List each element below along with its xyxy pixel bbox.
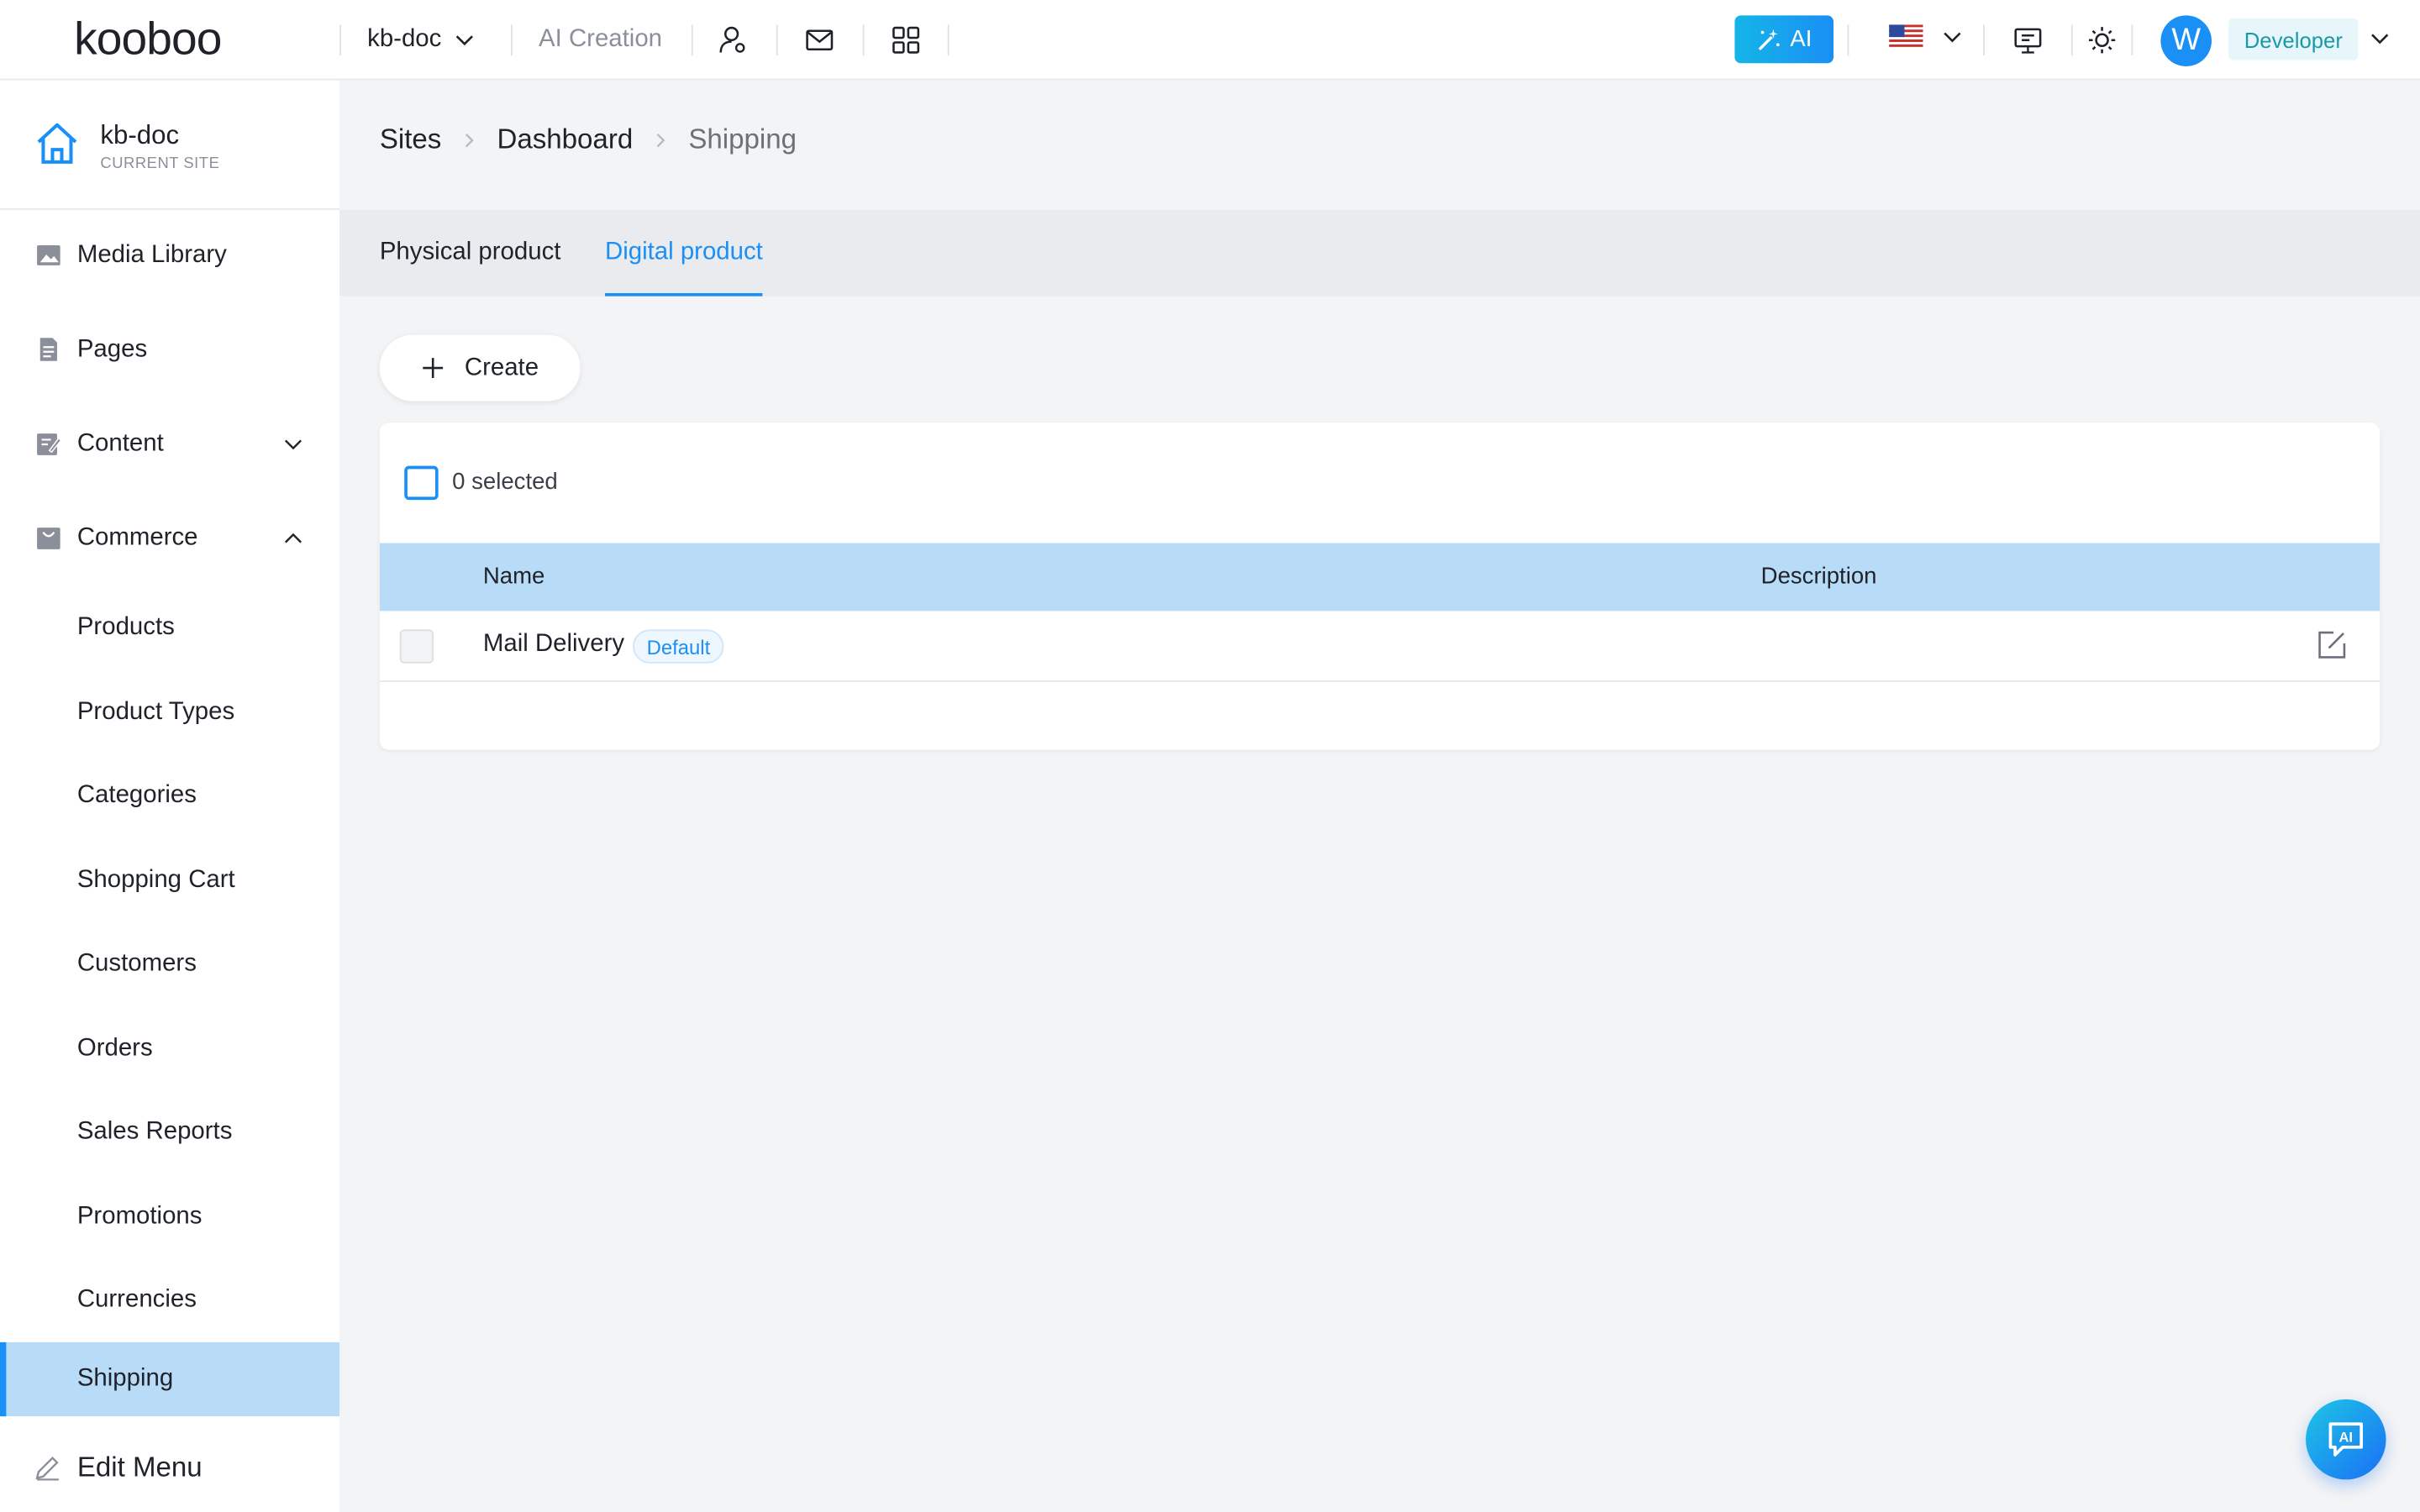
chevron-right-icon <box>656 133 666 147</box>
breadcrumb: Sites Dashboard Shipping <box>380 123 797 156</box>
edit-menu-button[interactable]: Edit Menu <box>0 1422 339 1512</box>
column-header-name: Name <box>482 563 545 590</box>
divider <box>1847 24 1849 56</box>
chevron-down-icon <box>284 439 302 450</box>
row-checkbox[interactable] <box>399 629 434 664</box>
ai-assistant-button[interactable]: AI <box>2306 1399 2386 1480</box>
sidebar-item-label: Shopping Cart <box>76 867 235 894</box>
sidebar-item-label: Content <box>76 430 164 457</box>
default-badge: Default <box>633 629 724 664</box>
sidebar-item-media-library[interactable]: Media Library <box>0 219 339 293</box>
sidebar-item-label: Shipping <box>76 1365 174 1392</box>
shipping-table-card: 0 selected Name Description Mail Deliver… <box>379 423 2381 750</box>
shop-icon <box>37 528 60 549</box>
column-header-description: Description <box>1760 563 1877 590</box>
sidebar-item-label: Commerce <box>76 524 198 551</box>
divider <box>862 24 865 56</box>
sidebar-item-label: Products <box>76 614 175 641</box>
ai-chat-icon: AI <box>2328 1422 2363 1457</box>
create-button-label: Create <box>464 354 539 381</box>
content-icon <box>37 433 62 455</box>
sidebar-item-label: Currencies <box>76 1286 197 1314</box>
sidebar-item-shipping[interactable]: Shipping <box>0 1341 340 1417</box>
product-tabs: Physical product Digital product <box>339 209 2420 297</box>
pencil-icon <box>35 1456 59 1481</box>
ai-button-label: AI <box>1790 26 1812 53</box>
kooboo-logo[interactable]: kooboo <box>74 16 222 62</box>
select-all-checkbox[interactable] <box>404 465 439 501</box>
edit-menu-label: Edit Menu <box>76 1451 203 1483</box>
top-bar: kooboo kb-doc AI Creation AI W Developer <box>0 0 2420 81</box>
sidebar-item-label: Product Types <box>76 699 235 726</box>
mail-icon[interactable] <box>804 24 835 55</box>
sidebar-item-label: Sales Reports <box>76 1118 233 1145</box>
chevron-down-icon <box>1944 31 1961 42</box>
sidebar-item-pages[interactable]: Pages <box>0 313 339 387</box>
presentation-icon[interactable] <box>2012 24 2044 55</box>
sidebar-item-customers[interactable]: Customers <box>0 927 339 1001</box>
sidebar: kb-doc CURRENT SITE Media Library Pages … <box>0 80 340 1512</box>
current-site-label: CURRENT SITE <box>100 155 220 173</box>
sun-theme-icon[interactable] <box>2086 24 2118 55</box>
divider <box>2070 24 2073 56</box>
ai-button[interactable]: AI <box>1734 15 1833 64</box>
sidebar-item-label: Orders <box>76 1035 153 1062</box>
sidebar-item-currencies[interactable]: Currencies <box>0 1263 339 1337</box>
create-button[interactable]: Create <box>379 334 581 402</box>
table-header: Name Description <box>379 543 2381 612</box>
sidebar-item-product-types[interactable]: Product Types <box>0 675 339 749</box>
sidebar-item-products[interactable]: Products <box>0 591 339 664</box>
user-avatar[interactable]: W <box>2160 15 2212 66</box>
document-icon <box>39 338 57 361</box>
sidebar-item-shopping-cart[interactable]: Shopping Cart <box>0 844 339 918</box>
divider <box>947 24 950 56</box>
current-site-panel[interactable]: kb-doc CURRENT SITE <box>0 81 340 210</box>
sidebar-item-orders[interactable]: Orders <box>0 1012 339 1086</box>
magic-wand-icon <box>1758 28 1780 50</box>
language-switcher[interactable] <box>1889 24 1963 48</box>
plus-icon <box>423 358 444 378</box>
tab-digital-product[interactable]: Digital product <box>604 210 764 297</box>
site-switcher-label: kb-doc <box>367 26 442 53</box>
sidebar-item-content[interactable]: Content <box>0 407 339 481</box>
sidebar-item-label: Customers <box>76 950 197 977</box>
sidebar-item-categories[interactable]: Categories <box>0 759 339 833</box>
divider <box>510 24 513 56</box>
site-switcher[interactable]: kb-doc <box>367 24 476 55</box>
divider <box>2131 24 2133 56</box>
sidebar-item-label: Media Library <box>76 242 227 269</box>
edit-icon[interactable] <box>2317 629 2348 660</box>
chevron-down-icon[interactable] <box>2369 28 2391 50</box>
breadcrumb-sites[interactable]: Sites <box>380 123 442 156</box>
chevron-up-icon <box>284 533 302 543</box>
divider <box>1983 24 1985 56</box>
tab-physical-product[interactable]: Physical product <box>380 210 561 297</box>
role-badge[interactable]: Developer <box>2228 18 2359 60</box>
divider <box>339 24 341 56</box>
divider <box>776 24 778 56</box>
sidebar-item-label: Promotions <box>76 1203 203 1230</box>
sidebar-item-promotions[interactable]: Promotions <box>0 1180 339 1254</box>
image-icon <box>37 245 60 265</box>
selected-count: 0 selected <box>452 469 558 496</box>
home-icon <box>37 123 77 164</box>
divider <box>691 24 693 56</box>
us-flag-icon <box>1889 24 1923 48</box>
ai-creation-link[interactable]: AI Creation <box>539 26 662 54</box>
fab-label: AI <box>2339 1429 2354 1445</box>
sidebar-item-sales-reports[interactable]: Sales Reports <box>0 1095 339 1169</box>
apps-grid-icon[interactable] <box>891 24 922 55</box>
table-row[interactable]: Mail Delivery Default <box>379 611 2381 682</box>
breadcrumb-shipping: Shipping <box>688 123 797 155</box>
row-name: Mail Delivery <box>482 631 625 658</box>
sidebar-item-label: Pages <box>76 336 148 363</box>
breadcrumb-dashboard[interactable]: Dashboard <box>497 123 633 156</box>
chevron-right-icon <box>465 133 474 147</box>
chevron-down-icon <box>455 35 473 46</box>
current-site-name: kb-doc <box>100 120 180 150</box>
user-settings-icon[interactable] <box>718 24 749 55</box>
sidebar-item-commerce[interactable]: Commerce <box>0 501 339 575</box>
sidebar-item-label: Categories <box>76 782 197 809</box>
